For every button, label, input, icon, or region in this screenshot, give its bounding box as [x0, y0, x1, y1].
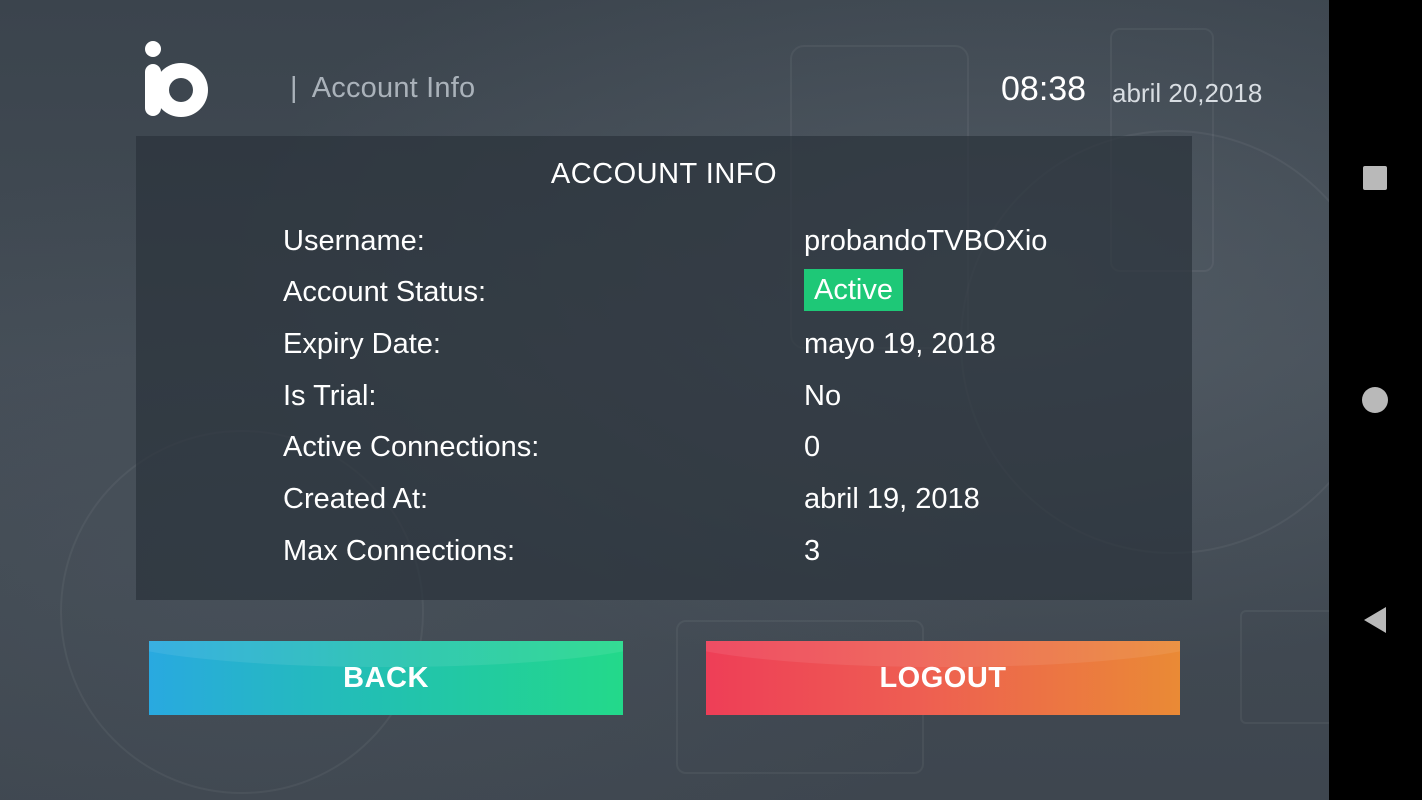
- info-row-active-connections: Active Connections: 0: [136, 427, 1192, 479]
- info-row-created-at: Created At: abril 19, 2018: [136, 479, 1192, 531]
- is-trial-label: Is Trial:: [283, 380, 377, 412]
- username-label: Username:: [283, 225, 425, 257]
- account-info-panel: ACCOUNT INFO Username: probandoTVBOXio A…: [136, 136, 1192, 600]
- title-separator: |: [290, 72, 298, 104]
- clock: 08:38: [1001, 70, 1087, 108]
- created-at-value: abril 19, 2018: [804, 483, 980, 515]
- created-at-label: Created At:: [283, 483, 429, 515]
- date-display: abril 20,2018: [1112, 78, 1263, 108]
- max-connections-label: Max Connections:: [283, 535, 516, 567]
- back-button-label: BACK: [343, 661, 429, 694]
- info-row-max-connections: Max Connections: 3: [136, 531, 1192, 583]
- back-triangle-icon[interactable]: [1364, 607, 1386, 633]
- io-logo: [145, 41, 208, 117]
- page-title: | Account Info: [290, 72, 475, 105]
- back-button[interactable]: BACK: [149, 641, 623, 715]
- expiry-date-label: Expiry Date:: [283, 328, 441, 360]
- active-connections-label: Active Connections:: [283, 431, 540, 463]
- account-info-list: Username: probandoTVBOXio Account Status…: [136, 136, 1192, 600]
- account-status-label: Account Status:: [283, 276, 487, 308]
- page-title-text: Account Info: [311, 72, 476, 104]
- info-row-account-status: Account Status: Active: [136, 269, 1192, 324]
- username-value: probandoTVBOXio: [804, 225, 1048, 257]
- max-connections-value: 3: [804, 535, 821, 567]
- info-row-expiry-date: Expiry Date: mayo 19, 2018: [136, 324, 1192, 376]
- account-status-value: Active: [804, 269, 903, 311]
- is-trial-value: No: [804, 380, 842, 412]
- info-row-username: Username: probandoTVBOXio: [136, 221, 1192, 273]
- expiry-date-value: mayo 19, 2018: [804, 328, 996, 360]
- logout-button-label: LOGOUT: [879, 661, 1007, 694]
- app-screen: | Account Info 08:38 abril 20,2018 ACCOUN…: [0, 0, 1329, 800]
- recents-square-icon[interactable]: [1363, 166, 1387, 190]
- home-circle-icon[interactable]: [1362, 387, 1388, 413]
- background-decoration: [1240, 610, 1329, 724]
- logout-button[interactable]: LOGOUT: [706, 641, 1180, 715]
- active-connections-value: 0: [804, 431, 821, 463]
- status-badge: Active: [804, 269, 903, 311]
- info-row-is-trial: Is Trial: No: [136, 376, 1192, 428]
